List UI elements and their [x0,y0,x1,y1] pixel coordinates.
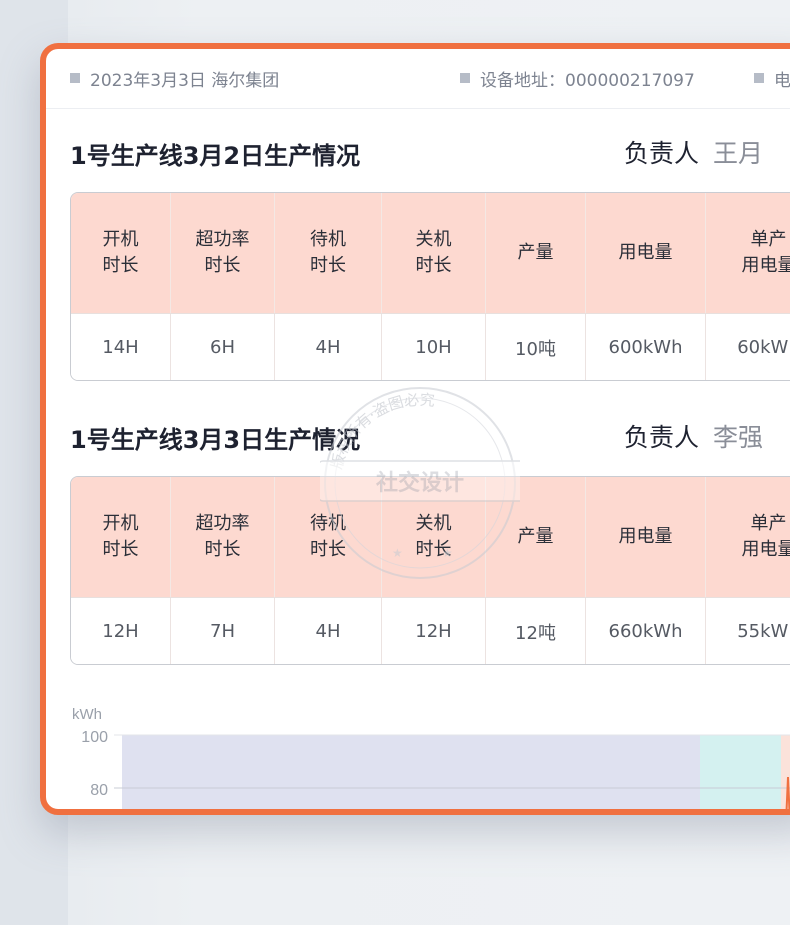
y-tick-label: 100 [81,729,108,746]
data-cell: 10H [382,314,486,380]
date-company-item: 2023年3月3日 海尔集团 [70,67,280,91]
data-cell: 4H [275,314,382,380]
table-header-row: 开机 时长 超功率 时长 待机 时长 关机 时长 产量 用电量 单产 用电量 [71,477,790,597]
header-cell: 产量 [486,193,586,313]
third-info-text: 电 [774,70,790,91]
header-cell: 待机 时长 [275,477,382,597]
header-cell: 超功率 时长 [171,193,275,313]
header-cell: 关机 时长 [382,193,486,313]
y-axis-unit-label: kWh [72,706,102,723]
energy-chart: kWh 100 80 [72,706,790,809]
header-cell: 关机 时长 [382,477,486,597]
device-address-item: 设备地址：000000217097 [460,67,695,91]
owner-label: 负责人 [624,139,700,168]
data-cell: 55kWh [737,621,790,642]
data-cell: 6H [171,314,275,380]
y-tick-label: 80 [90,782,108,799]
table-row: 14H 6H 4H 10H 10吨 600kWh 60kWh [71,313,790,380]
info-bar: 2023年3月3日 海尔集团 设备地址：000000217097 电 [46,49,790,109]
section-title: 1号生产线3月2日生产情况 [70,142,361,170]
data-cell: 12吨 [486,598,586,664]
header-cell: 单产 用电量 [741,513,790,560]
square-bullet-icon [754,73,764,83]
data-cell: 600kWh [586,314,706,380]
section-title: 1号生产线3月3日生产情况 [70,426,361,454]
table-header-row: 开机 时长 超功率 时长 待机 时长 关机 时长 产量 用电量 单产 用电量 [71,193,790,313]
device-address-text: 设备地址：000000217097 [480,70,695,91]
header-cell: 超功率 时长 [171,477,275,597]
data-cell: 60kWh [737,337,790,358]
header-cell: 产量 [486,477,586,597]
data-cell: 12H [382,598,486,664]
header-cell: 用电量 [586,193,706,313]
chart-band [122,735,700,809]
chart-band [700,735,781,809]
owner-field: 负责人 王月 [624,134,763,170]
data-cell: 14H [71,314,171,380]
header-cell: 待机 时长 [275,193,382,313]
owner-label: 负责人 [624,423,700,452]
data-cell: 10吨 [486,314,586,380]
owner-field: 负责人 李强 [624,418,763,454]
square-bullet-icon [460,73,470,83]
header-cell: 开机 时长 [71,193,171,313]
data-cell: 660kWh [586,598,706,664]
data-cell: 4H [275,598,382,664]
square-bullet-icon [70,73,80,83]
owner-name: 李强 [713,423,764,452]
header-cell: 单产 用电量 [741,229,790,276]
data-cell: 7H [171,598,275,664]
production-table: 开机 时长 超功率 时长 待机 时长 关机 时长 产量 用电量 单产 用电量 1… [70,192,790,381]
third-info-item: 电 [754,67,790,91]
header-cell: 用电量 [586,477,706,597]
data-cell: 12H [71,598,171,664]
owner-name: 王月 [713,139,764,168]
table-row: 12H 7H 4H 12H 12吨 660kWh 55kWh [71,597,790,664]
production-table: 开机 时长 超功率 时长 待机 时长 关机 时长 产量 用电量 单产 用电量 1… [70,476,790,665]
header-cell: 开机 时长 [71,477,171,597]
date-company-text: 2023年3月3日 海尔集团 [90,70,280,91]
report-card: 2023年3月3日 海尔集团 设备地址：000000217097 电 1号生产线… [40,43,790,815]
